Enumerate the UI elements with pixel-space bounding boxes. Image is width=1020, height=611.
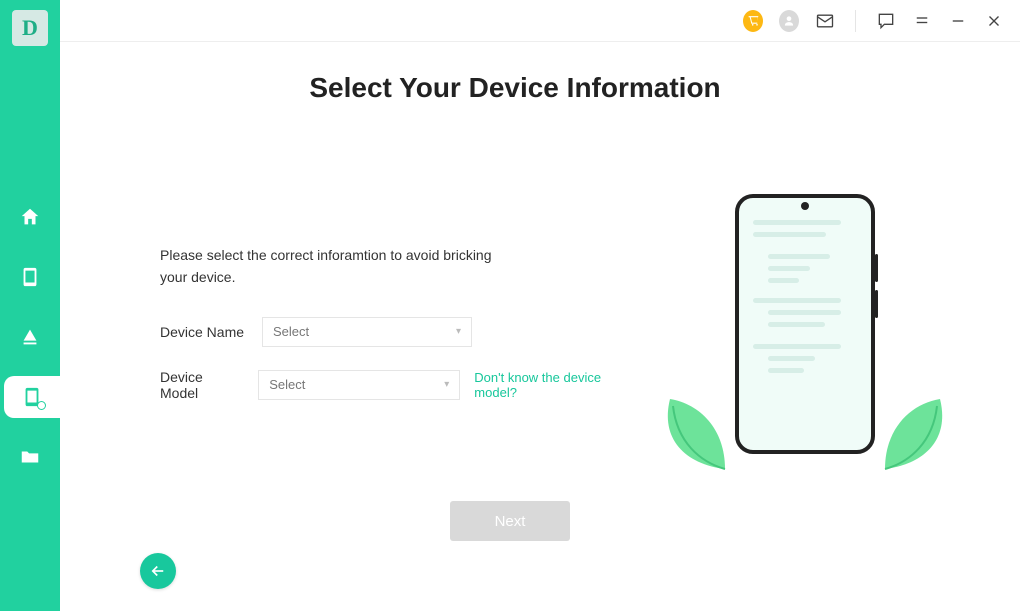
- form-area: Please select the correct inforamtion to…: [160, 164, 640, 423]
- user-icon: [779, 10, 799, 32]
- chevron-down-icon: ▾: [456, 326, 461, 337]
- menu-icon: [913, 12, 931, 30]
- home-icon: [19, 206, 41, 228]
- device-model-value: Select: [269, 377, 305, 392]
- phone-illustration: [735, 194, 875, 454]
- device-model-row: Device Model Select ▾ Don't know the dev…: [160, 369, 640, 401]
- leaf-left-icon: [655, 384, 735, 474]
- leaf-right-icon: [875, 384, 955, 474]
- sidebar-item-phone[interactable]: [9, 256, 51, 298]
- device-name-value: Select: [273, 324, 309, 339]
- close-button[interactable]: [984, 11, 1004, 31]
- alert-badge-icon: [37, 401, 46, 410]
- folder-icon: [19, 446, 41, 468]
- mail-icon: [815, 11, 835, 31]
- device-model-label: Device Model: [160, 369, 244, 401]
- sidebar-item-phone-alert[interactable]: [4, 376, 60, 418]
- chevron-down-icon: ▾: [444, 379, 449, 390]
- titlebar-separator: [855, 10, 856, 32]
- titlebar: [60, 0, 1020, 42]
- cart-button[interactable]: [743, 11, 763, 31]
- content: Select Your Device Information Please se…: [60, 42, 1020, 611]
- instruction-text: Please select the correct inforamtion to…: [160, 244, 500, 289]
- sidebar-item-home[interactable]: [9, 196, 51, 238]
- cart-icon: [743, 10, 763, 32]
- arrow-left-icon: [149, 562, 167, 580]
- sidebar-item-folder[interactable]: [9, 436, 51, 478]
- cloud-icon: [19, 326, 41, 348]
- minimize-button[interactable]: [948, 11, 968, 31]
- minimize-icon: [949, 12, 967, 30]
- feedback-button[interactable]: [876, 11, 896, 31]
- sidebar: D: [0, 0, 60, 611]
- device-illustration: [640, 164, 970, 484]
- device-name-row: Device Name Select ▾: [160, 317, 640, 347]
- device-model-select[interactable]: Select ▾: [258, 370, 460, 400]
- page-title: Select Your Device Information: [60, 72, 970, 104]
- user-button[interactable]: [779, 11, 799, 31]
- close-icon: [985, 12, 1003, 30]
- device-model-help-link[interactable]: Don't know the device model?: [474, 370, 640, 400]
- device-name-select[interactable]: Select ▾: [262, 317, 472, 347]
- chat-icon: [876, 11, 896, 31]
- device-name-label: Device Name: [160, 324, 248, 340]
- phone-icon: [19, 266, 41, 288]
- mail-button[interactable]: [815, 11, 835, 31]
- sidebar-item-cloud[interactable]: [9, 316, 51, 358]
- main-area: Select Your Device Information Please se…: [60, 0, 1020, 611]
- app-logo: D: [12, 10, 48, 46]
- menu-button[interactable]: [912, 11, 932, 31]
- back-button[interactable]: [140, 553, 176, 589]
- app-logo-letter: D: [22, 15, 38, 41]
- next-button[interactable]: Next: [450, 501, 570, 541]
